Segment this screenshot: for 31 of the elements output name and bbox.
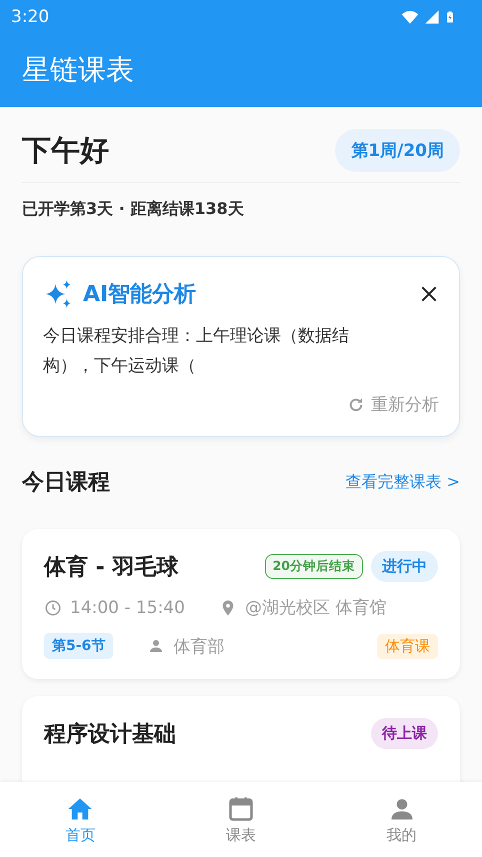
period-tag: 第5-6节 xyxy=(44,633,114,659)
clock-icon xyxy=(44,598,62,616)
countdown-badge: 20分钟后结束 xyxy=(264,554,363,579)
semester-days-text: 已开学第3天 · 距离结课138天 xyxy=(22,199,245,220)
refresh-icon xyxy=(347,396,365,414)
close-icon xyxy=(419,284,439,304)
calendar-icon xyxy=(227,794,255,822)
greeting: 下午好 xyxy=(22,132,109,168)
nav-tab[interactable]: 课表 xyxy=(160,782,322,857)
course-location: @湖光校区 体育馆 xyxy=(244,597,386,619)
view-schedule-link[interactable]: 查看完整课表 > xyxy=(346,472,460,492)
course-name: 程序设计基础 xyxy=(44,720,177,748)
category-tag: 体育课 xyxy=(377,634,438,658)
course-name: 体育 - 羽毛球 xyxy=(44,554,180,582)
course-teacher: 体育部 xyxy=(173,636,224,658)
nav-tab[interactable]: 我的 xyxy=(321,782,482,857)
nav-tab[interactable]: 首页 xyxy=(0,782,161,857)
section-title: 今日课程 xyxy=(22,469,110,497)
close-button[interactable] xyxy=(419,284,439,304)
status-badge: 进行中 xyxy=(371,551,438,582)
course-card[interactable]: 程序设计基础 待上课 xyxy=(22,696,460,782)
course-card[interactable]: 体育 - 羽毛球 20分钟后结束 进行中 14:00 - 15:40 @湖光校区 体育馆 第5-6节 体育部 体育课 xyxy=(22,529,460,679)
status-badge: 待上课 xyxy=(371,718,438,749)
signal-icon xyxy=(424,8,440,24)
week-badge: 第1周/20周 xyxy=(335,129,460,172)
status-time: 3:20 xyxy=(11,6,50,26)
app-title: 星链课表 xyxy=(22,52,134,88)
reanalyze-button[interactable]: 重新分析 xyxy=(347,393,439,416)
ai-card-title: AI智能分析 xyxy=(83,281,198,309)
course-time: 14:00 - 15:40 xyxy=(70,598,185,618)
analysis-text: 今日课程安排合理：上午理论课（数据结构），下午运动课（ xyxy=(43,325,350,378)
